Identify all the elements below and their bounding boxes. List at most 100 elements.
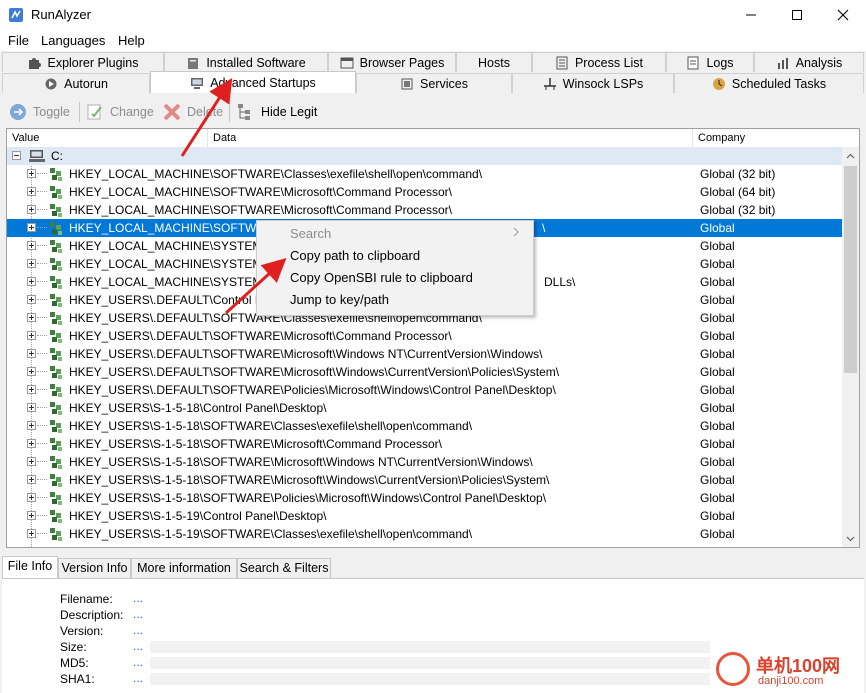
tab-label: Services <box>420 76 468 91</box>
expand-icon[interactable] <box>27 223 36 232</box>
table-row[interactable]: HKEY_LOCAL_MACHINE\SOFTWARE\Classes\exef… <box>7 165 842 183</box>
expand-icon[interactable] <box>27 241 36 250</box>
hide-legit-button[interactable]: Hide Legit <box>236 101 317 123</box>
tab-analysis[interactable]: Analysis <box>754 52 864 72</box>
table-row[interactable]: HKEY_USERS\.DEFAULT\SOFTWARE\Microsoft\C… <box>7 327 842 345</box>
column-value[interactable]: Value <box>7 129 208 147</box>
tab-advanced-startups[interactable]: Advanced Startups <box>150 71 356 93</box>
expand-icon[interactable] <box>27 529 36 538</box>
tab-scheduled-tasks[interactable]: Scheduled Tasks <box>674 73 864 93</box>
expand-icon[interactable] <box>27 349 36 358</box>
ctx-search[interactable]: Search <box>257 223 531 245</box>
info-value: ... <box>133 639 144 653</box>
expand-icon[interactable] <box>27 367 36 376</box>
registry-key-icon <box>48 382 64 398</box>
tree-root-row[interactable]: C: <box>7 147 842 165</box>
expand-icon[interactable] <box>27 331 36 340</box>
table-row[interactable]: HKEY_USERS\S-1-5-19\Control Panel\Deskto… <box>7 507 842 525</box>
chevron-right-icon <box>513 227 519 237</box>
menu-bar: File Languages Help <box>0 30 866 51</box>
table-row[interactable]: HKEY_USERS\S-1-5-18\Control Panel\Deskto… <box>7 399 842 417</box>
list-header: Value Data Company <box>7 129 859 148</box>
tab-process-list[interactable]: Process List <box>532 52 666 72</box>
expand-icon[interactable] <box>27 205 36 214</box>
tab-winsock-lsps[interactable]: Winsock LSPs <box>512 73 674 93</box>
table-row[interactable]: HKEY_USERS\.DEFAULT\SOFTWARE\Microsoft\W… <box>7 363 842 381</box>
scroll-down-arrow[interactable] <box>842 530 859 547</box>
tab-search-filters[interactable]: Search & Filters <box>237 558 331 578</box>
tab-hosts[interactable]: Hosts <box>456 52 532 72</box>
expand-icon[interactable] <box>27 439 36 448</box>
maximize-button[interactable] <box>774 0 820 30</box>
change-button[interactable]: Change <box>85 101 154 123</box>
column-company[interactable]: Company <box>693 129 859 147</box>
tab-logs[interactable]: Logs <box>666 52 754 72</box>
registry-key-icon <box>48 310 64 326</box>
chevron-down-icon <box>846 536 855 541</box>
table-row[interactable]: HKEY_USERS\S-1-5-19\SOFTWARE\Classes\exe… <box>7 525 842 543</box>
tab-file-info[interactable]: File Info <box>2 556 58 578</box>
table-row[interactable]: HKEY_USERS\.DEFAULT\SOFTWARE\Policies\Mi… <box>7 381 842 399</box>
toggle-icon <box>10 104 26 120</box>
scroll-up-arrow[interactable] <box>842 147 859 164</box>
info-value: ... <box>133 591 144 605</box>
menu-languages[interactable]: Languages <box>41 33 105 48</box>
registry-key-icon <box>48 238 64 254</box>
computer-icon <box>191 77 204 89</box>
row-value: HKEY_USERS\S-1-5-18\Control Panel\Deskto… <box>69 401 327 415</box>
expand-icon[interactable] <box>27 403 36 412</box>
ctx-jump-to-key[interactable]: Jump to key/path <box>257 289 531 311</box>
expand-icon[interactable] <box>27 421 36 430</box>
tab-autorun[interactable]: Autorun <box>2 73 150 93</box>
tab-explorer-plugins[interactable]: Explorer Plugins <box>2 52 164 72</box>
column-data[interactable]: Data <box>208 129 693 147</box>
expand-icon[interactable] <box>27 493 36 502</box>
tab-installed-software[interactable]: Installed Software <box>164 52 328 72</box>
row-company: Global <box>700 509 735 523</box>
registry-key-icon <box>48 436 64 452</box>
vertical-scrollbar[interactable] <box>842 147 859 547</box>
menu-help[interactable]: Help <box>118 33 145 48</box>
close-button[interactable] <box>820 0 866 30</box>
table-row[interactable]: HKEY_USERS\S-1-5-18\SOFTWARE\Classes\exe… <box>7 417 842 435</box>
tab-browser-pages[interactable]: Browser Pages <box>328 52 456 72</box>
title-bar: RunAlyzer <box>0 0 866 30</box>
row-value: HKEY_USERS\S-1-5-19\Control Panel\Deskto… <box>69 509 327 523</box>
expand-icon[interactable] <box>27 457 36 466</box>
minimize-button[interactable] <box>728 0 774 30</box>
expand-icon[interactable] <box>27 169 36 178</box>
toggle-button[interactable]: Toggle <box>8 101 70 123</box>
table-row[interactable]: HKEY_LOCAL_MACHINE\SOFTWARE\Microsoft\Co… <box>7 183 842 201</box>
expand-icon[interactable] <box>27 259 36 268</box>
table-row[interactable]: HKEY_USERS\S-1-5-18\SOFTWARE\Microsoft\W… <box>7 453 842 471</box>
ctx-copy-path[interactable]: Copy path to clipboard <box>257 245 531 267</box>
row-value-tail: \ <box>542 221 546 235</box>
tree-connector <box>37 191 47 192</box>
table-row[interactable]: HKEY_USERS\S-1-5-18\SOFTWARE\Policies\Mi… <box>7 489 842 507</box>
table-row[interactable]: HKEY_USERS\S-1-5-18\SOFTWARE\Microsoft\C… <box>7 435 842 453</box>
tab-services[interactable]: Services <box>356 73 512 93</box>
expand-icon[interactable] <box>27 295 36 304</box>
row-company: Global <box>700 455 735 469</box>
menu-file[interactable]: File <box>8 33 29 48</box>
table-row[interactable]: HKEY_LOCAL_MACHINE\SOFTWARE\Microsoft\Co… <box>7 201 842 219</box>
table-row[interactable]: HKEY_USERS\.DEFAULT\SOFTWARE\Microsoft\W… <box>7 345 842 363</box>
row-value: HKEY_USERS\S-1-5-18\SOFTWARE\Microsoft\W… <box>69 473 550 487</box>
expand-icon[interactable] <box>27 475 36 484</box>
expand-icon[interactable] <box>27 277 36 286</box>
watermark-url: danji100.com <box>758 675 824 687</box>
expand-icon[interactable] <box>27 385 36 394</box>
table-row[interactable]: HKEY_USERS\S-1-5-18\SOFTWARE\Microsoft\W… <box>7 471 842 489</box>
expand-icon[interactable] <box>27 511 36 520</box>
startup-list[interactable]: Value Data Company C: HKEY_LOCAL_MACHINE… <box>6 128 860 548</box>
scroll-thumb[interactable] <box>844 166 857 373</box>
drive-icon <box>29 150 45 162</box>
expand-icon[interactable] <box>27 313 36 322</box>
tab-version-info[interactable]: Version Info <box>58 558 131 578</box>
tab-more-information[interactable]: More information <box>131 558 237 578</box>
expand-icon[interactable] <box>27 187 36 196</box>
ctx-copy-opensbi-rule[interactable]: Copy OpenSBI rule to clipboard <box>257 267 531 289</box>
delete-button[interactable]: Delete <box>162 101 223 123</box>
registry-key-icon <box>48 508 64 524</box>
collapse-icon[interactable] <box>12 151 21 160</box>
